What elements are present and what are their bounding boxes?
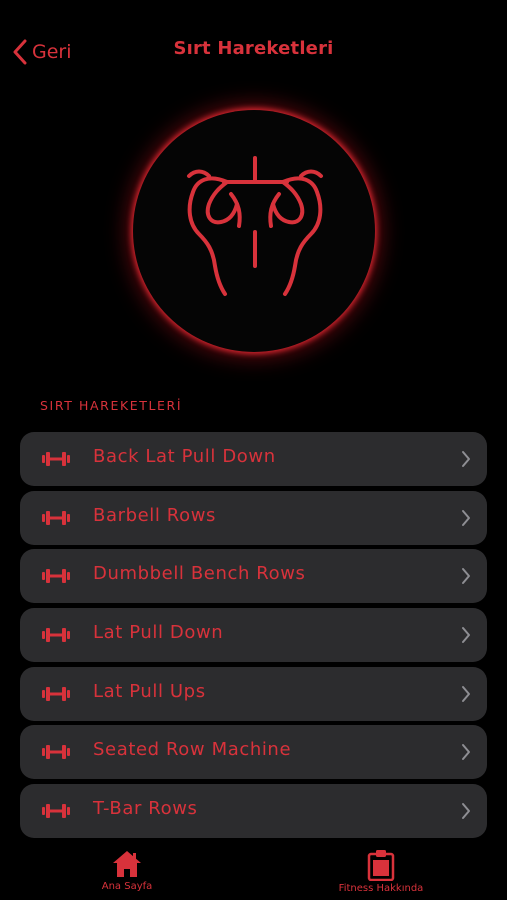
dumbbell-icon [42,452,70,466]
chevron-right-icon [462,627,470,644]
dumbbell-icon [42,745,70,760]
exercise-row-lat-pull-down[interactable]: Lat Pull Down [20,608,487,663]
exercise-row-barbell-rows[interactable]: Barbell Rows [20,490,487,545]
exercise-label: Seated Row Machine [93,739,292,761]
navigation-bar: Geri Sırt Hareketleri [0,0,507,100]
home-icon [113,851,141,877]
section-header: SIRT HAREKETLERİ [40,398,183,413]
exercise-label: Dumbbell Bench Rows [93,563,306,585]
exercise-label: Barbell Rows [93,504,217,526]
tab-fitness-info-label: Fitness Hakkında [338,883,424,894]
exercise-row-seated-row-machine[interactable]: Seated Row Machine [20,725,487,780]
page-title: Sırt Hareketleri [173,38,334,59]
tab-bar: Ana Sayfa Fitness Hakkında [0,845,507,900]
dumbbell-icon [42,510,70,525]
exercise-label: Back Lat Pull Down [93,446,276,467]
dumbbell-icon [42,628,70,643]
exercise-label: Lat Pull Ups [93,680,206,702]
tab-home[interactable]: Ana Sayfa [67,849,187,892]
dumbbell-icon [42,569,70,584]
chevron-right-icon [462,568,470,585]
exercise-row-back-lat-pull-down[interactable]: Back Lat Pull Down [20,432,487,486]
exercise-row-t-bar-rows[interactable]: T-Bar Rows [20,784,487,839]
chevron-right-icon [462,451,470,467]
screen: Geri Sırt Hareketleri SIRT HAREKETLERİ B… [0,0,507,900]
chevron-right-icon [462,803,470,820]
tab-home-label: Ana Sayfa [101,881,153,892]
hero-circle [133,110,375,352]
tab-fitness-info[interactable]: Fitness Hakkında [321,849,441,894]
exercise-label: Lat Pull Down [93,622,224,644]
exercise-row-lat-pull-ups[interactable]: Lat Pull Ups [20,666,487,721]
dumbbell-icon [42,686,70,701]
chevron-right-icon [462,509,470,526]
back-muscle-icon [187,156,323,296]
chevron-right-icon [462,744,470,761]
clipboard-icon [367,850,395,881]
dumbbell-icon [42,804,70,819]
exercise-row-dumbbell-bench-rows[interactable]: Dumbbell Bench Rows [20,549,487,604]
exercise-list: Back Lat Pull Down Barbell Rows Dumbbell… [20,432,487,843]
exercise-label: T-Bar Rows [93,798,198,820]
chevron-right-icon [462,685,470,702]
